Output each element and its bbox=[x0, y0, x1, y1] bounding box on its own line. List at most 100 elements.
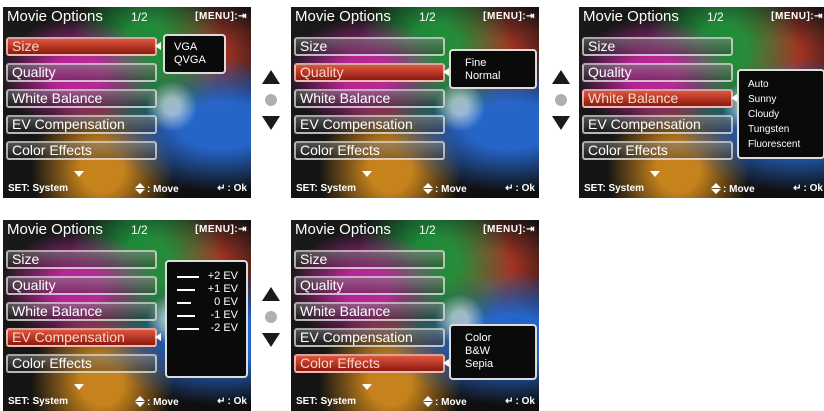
option-sepia[interactable]: Sepia bbox=[465, 358, 535, 371]
page-indicator: 1/2 bbox=[131, 10, 148, 24]
color-effects-options-popup: Color B&W Sepia bbox=[449, 324, 537, 380]
menu-item-color-effects[interactable]: Color Effects bbox=[6, 141, 157, 160]
footer-set-hint: SET: System bbox=[584, 183, 645, 194]
screen-title: Movie Options bbox=[295, 8, 391, 25]
option-sunny[interactable]: Sunny bbox=[748, 92, 823, 107]
scroll-down-icon[interactable] bbox=[74, 384, 84, 390]
menu-item-size[interactable]: Size bbox=[6, 37, 157, 56]
option-qvga[interactable]: QVGA bbox=[174, 54, 224, 67]
scroll-down-icon[interactable] bbox=[650, 171, 660, 177]
down-arrow-icon bbox=[262, 333, 280, 347]
footer-ok-hint: ↵: Ok bbox=[217, 183, 247, 194]
menu-item-color-effects[interactable]: Color Effects bbox=[294, 354, 445, 373]
up-down-icon bbox=[135, 183, 145, 194]
up-arrow-icon bbox=[262, 70, 280, 84]
up-down-icon bbox=[135, 396, 145, 407]
page-indicator: 1/2 bbox=[707, 10, 724, 24]
menu-item-white-balance[interactable]: White Balance bbox=[294, 89, 445, 108]
footer-set-hint: SET: System bbox=[8, 396, 69, 407]
scroll-down-icon[interactable] bbox=[362, 171, 372, 177]
ev-tick-mark bbox=[177, 289, 195, 291]
screen-header: Movie Options 1/2 [MENU]:⇥ bbox=[579, 7, 824, 27]
screen-header: Movie Options 1/2 [MENU]:⇥ bbox=[291, 7, 539, 27]
screen-title: Movie Options bbox=[7, 8, 103, 25]
quality-options-popup: Fine Normal bbox=[449, 49, 537, 89]
screen-title: Movie Options bbox=[7, 221, 103, 238]
option-fine[interactable]: Fine bbox=[465, 57, 535, 70]
enter-icon: ↵ bbox=[793, 183, 802, 194]
option-tungsten[interactable]: Tungsten bbox=[748, 122, 823, 137]
screen-footer: SET: System : Move ↵: Ok bbox=[579, 179, 824, 198]
menu-item-white-balance[interactable]: White Balance bbox=[6, 89, 157, 108]
menu-item-ev-compensation[interactable]: EV Compensation bbox=[6, 328, 157, 347]
exit-icon: ⇥ bbox=[814, 11, 823, 22]
scroll-down-icon[interactable] bbox=[74, 171, 84, 177]
ev-scale-popup: +2 EV +1 EV 0 EV -1 EV -2 EV bbox=[165, 260, 248, 378]
up-down-icon bbox=[711, 183, 721, 194]
footer-move-hint: : Move bbox=[711, 183, 755, 195]
footer-move-hint: : Move bbox=[423, 396, 467, 408]
scroll-down-icon[interactable] bbox=[362, 384, 372, 390]
menu-exit-button[interactable]: [MENU]:⇥ bbox=[195, 224, 247, 235]
size-options-popup: VGA QVGA bbox=[163, 34, 226, 74]
menu-item-quality[interactable]: Quality bbox=[582, 63, 733, 82]
menu-item-quality[interactable]: Quality bbox=[294, 276, 445, 295]
option-normal[interactable]: Normal bbox=[465, 70, 535, 83]
menu-item-quality[interactable]: Quality bbox=[6, 63, 157, 82]
screen-white-balance: Movie Options 1/2 [MENU]:⇥ Size Quality … bbox=[579, 7, 824, 198]
menu-item-color-effects[interactable]: Color Effects bbox=[294, 141, 445, 160]
footer-move-hint: : Move bbox=[135, 183, 179, 195]
up-arrow-icon bbox=[552, 70, 570, 84]
dot-icon bbox=[265, 311, 277, 323]
screen-footer: SET: System : Move ↵: Ok bbox=[291, 179, 539, 198]
dot-icon bbox=[555, 94, 567, 106]
menu-item-color-effects[interactable]: Color Effects bbox=[6, 354, 157, 373]
exit-icon: ⇥ bbox=[238, 224, 247, 235]
menu-item-ev-compensation[interactable]: EV Compensation bbox=[294, 115, 445, 134]
menu-exit-button[interactable]: [MENU]:⇥ bbox=[771, 11, 823, 22]
ev-tick-mark bbox=[177, 328, 199, 330]
footer-ok-hint: ↵: Ok bbox=[217, 396, 247, 407]
menu-item-size[interactable]: Size bbox=[294, 250, 445, 269]
menu-item-size[interactable]: Size bbox=[294, 37, 445, 56]
ev-step-plus-2[interactable]: +2 EV bbox=[167, 266, 246, 282]
menu-item-white-balance[interactable]: White Balance bbox=[582, 89, 733, 108]
enter-icon: ↵ bbox=[217, 183, 226, 194]
ev-step-minus-2[interactable]: -2 EV bbox=[167, 318, 246, 334]
ev-step-minus-1[interactable]: -1 EV bbox=[167, 305, 246, 321]
screen-size: Movie Options 1/2 [MENU]:⇥ Size Quality … bbox=[3, 7, 251, 198]
menu-item-ev-compensation[interactable]: EV Compensation bbox=[582, 115, 733, 134]
option-vga[interactable]: VGA bbox=[174, 41, 224, 54]
menu-item-white-balance[interactable]: White Balance bbox=[294, 302, 445, 321]
footer-ok-hint: ↵: Ok bbox=[793, 183, 823, 194]
menu-item-size[interactable]: Size bbox=[582, 37, 733, 56]
ev-tick-mark bbox=[177, 276, 199, 278]
up-down-icon bbox=[423, 183, 433, 194]
footer-set-hint: SET: System bbox=[8, 183, 69, 194]
menu-item-quality[interactable]: Quality bbox=[6, 276, 157, 295]
screen-footer: SET: System : Move ↵: Ok bbox=[3, 392, 251, 411]
menu-item-white-balance[interactable]: White Balance bbox=[6, 302, 157, 321]
menu-exit-button[interactable]: [MENU]:⇥ bbox=[195, 11, 247, 22]
menu-item-ev-compensation[interactable]: EV Compensation bbox=[294, 328, 445, 347]
ev-step-zero[interactable]: 0 EV bbox=[167, 292, 246, 308]
screen-title: Movie Options bbox=[295, 221, 391, 238]
menu-item-quality[interactable]: Quality bbox=[294, 63, 445, 82]
footer-ok-hint: ↵: Ok bbox=[505, 183, 535, 194]
option-bw[interactable]: B&W bbox=[465, 345, 535, 358]
white-balance-options-popup: Auto Sunny Cloudy Tungsten Fluorescent bbox=[737, 69, 824, 159]
option-auto[interactable]: Auto bbox=[748, 77, 823, 92]
menu-item-size[interactable]: Size bbox=[6, 250, 157, 269]
footer-move-hint: : Move bbox=[135, 396, 179, 408]
option-color[interactable]: Color bbox=[465, 332, 535, 345]
option-fluorescent[interactable]: Fluorescent bbox=[748, 137, 823, 152]
ev-step-plus-1[interactable]: +1 EV bbox=[167, 279, 246, 295]
menu-item-color-effects[interactable]: Color Effects bbox=[582, 141, 733, 160]
up-arrow-icon bbox=[262, 287, 280, 301]
screen-footer: SET: System : Move ↵: Ok bbox=[3, 179, 251, 198]
option-cloudy[interactable]: Cloudy bbox=[748, 107, 823, 122]
menu-item-ev-compensation[interactable]: EV Compensation bbox=[6, 115, 157, 134]
menu-exit-button[interactable]: [MENU]:⇥ bbox=[483, 224, 535, 235]
selection-pointer-icon bbox=[155, 42, 161, 50]
menu-exit-button[interactable]: [MENU]:⇥ bbox=[483, 11, 535, 22]
